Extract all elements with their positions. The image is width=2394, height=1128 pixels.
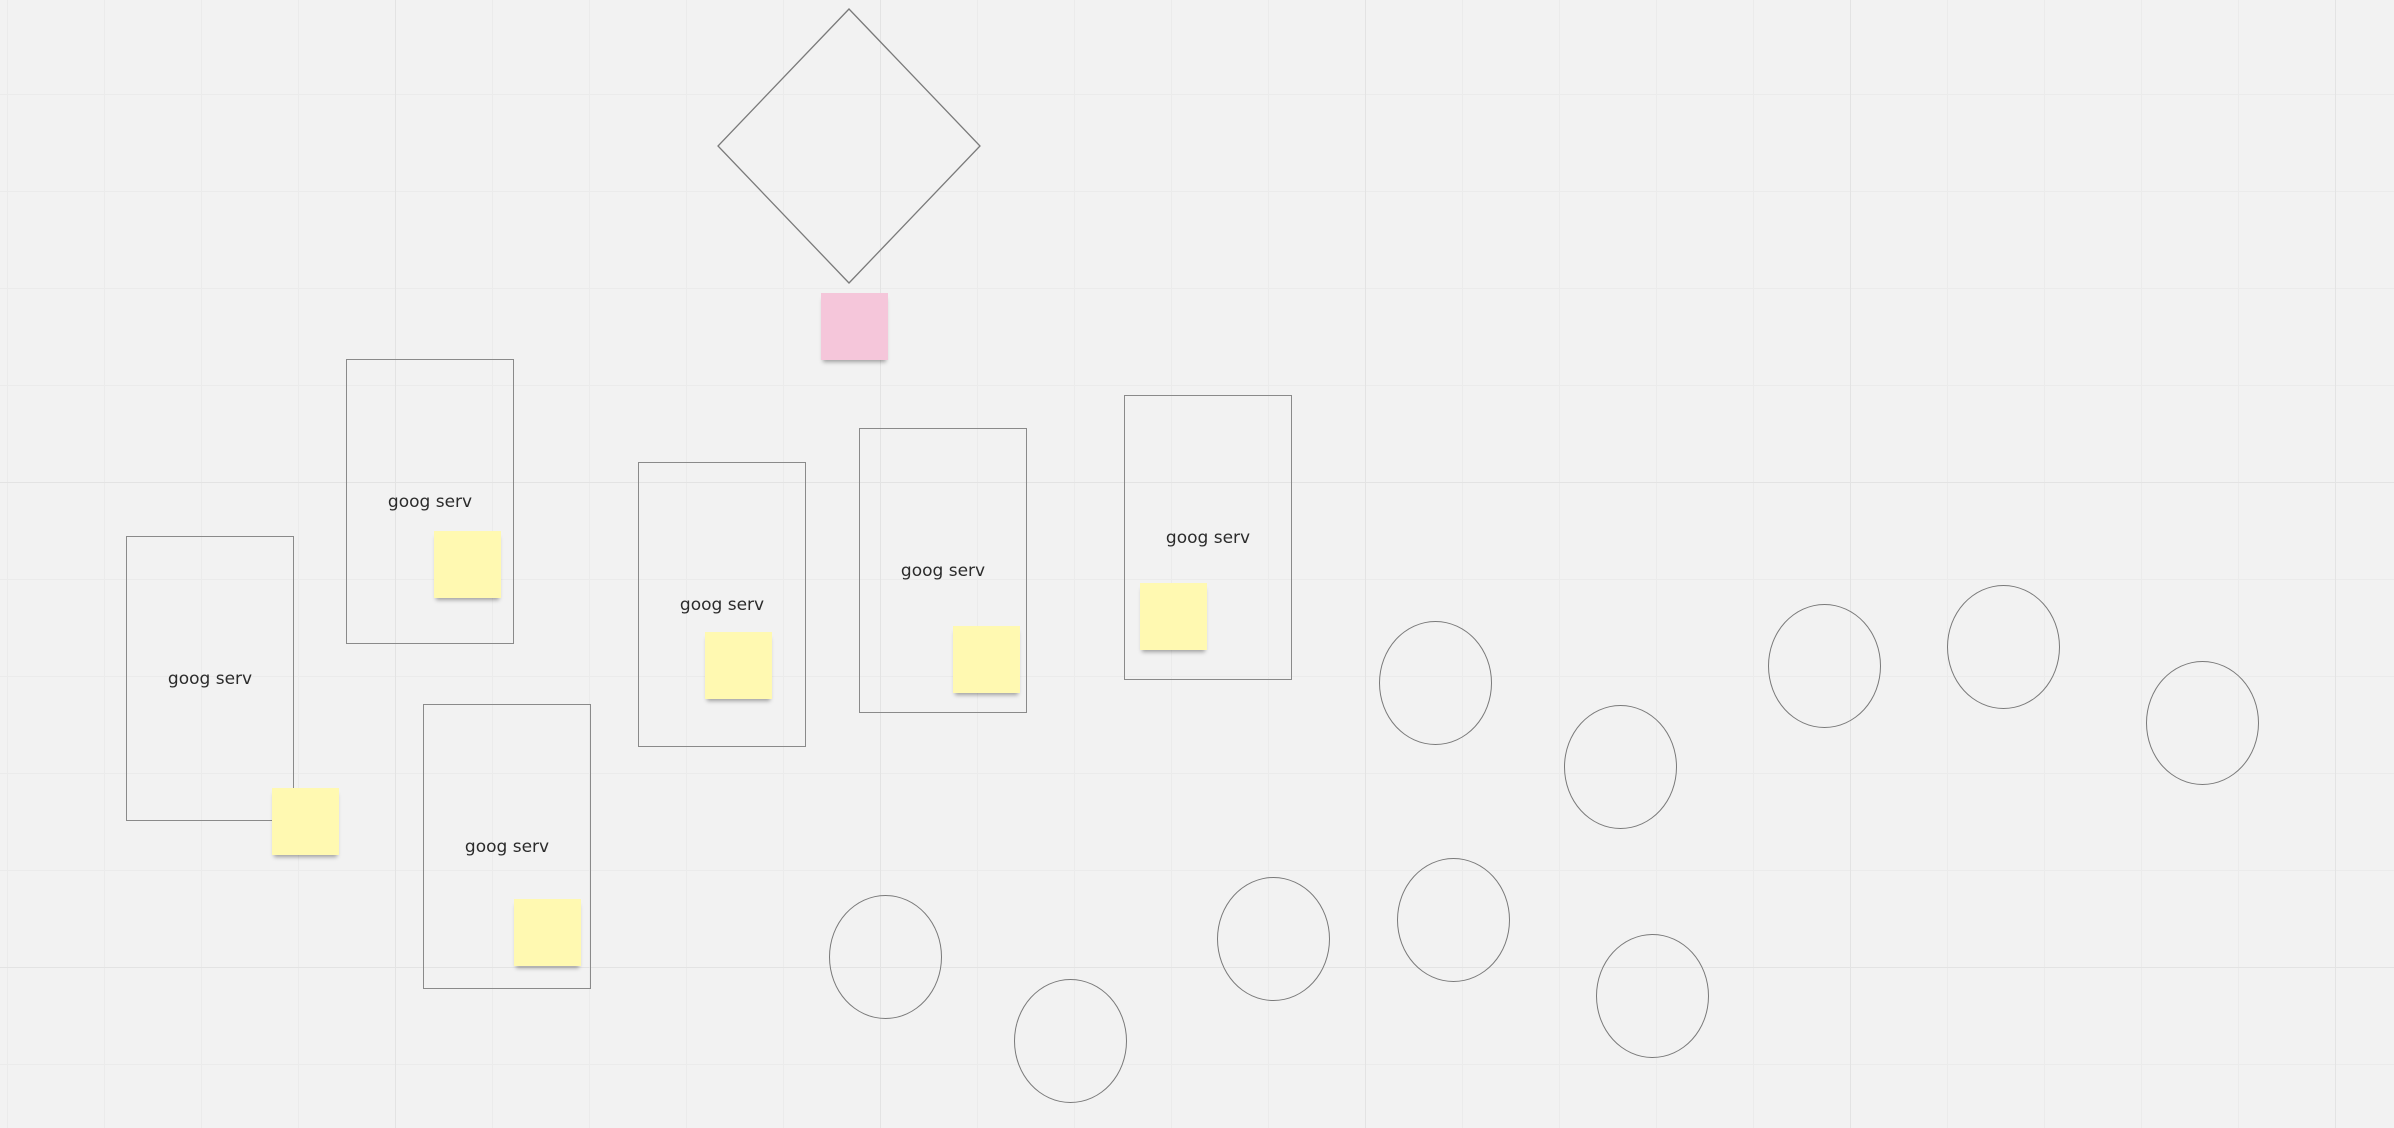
server-label: goog serv	[387, 491, 473, 512]
yellow-sticky-note[interactable]	[272, 788, 339, 855]
circle-shape[interactable]	[1014, 979, 1127, 1103]
circle-shape[interactable]	[2146, 661, 2259, 785]
yellow-sticky-note[interactable]	[514, 899, 581, 966]
circle-shape[interactable]	[1947, 585, 2060, 709]
yellow-sticky-note[interactable]	[953, 626, 1020, 693]
circle-shape[interactable]	[829, 895, 942, 1019]
server-label: goog serv	[167, 668, 253, 689]
yellow-sticky-note[interactable]	[434, 531, 501, 598]
server-box[interactable]: goog serv	[346, 359, 514, 644]
circle-shape[interactable]	[1217, 877, 1330, 1001]
whiteboard-canvas[interactable]: goog serv goog serv goog serv goog serv …	[0, 0, 2394, 1128]
server-box[interactable]: goog serv	[638, 462, 806, 747]
server-label: goog serv	[679, 594, 765, 615]
yellow-sticky-note[interactable]	[705, 632, 772, 699]
server-box[interactable]: goog serv	[126, 536, 294, 821]
pink-sticky-note[interactable]	[821, 293, 888, 360]
circle-shape[interactable]	[1768, 604, 1881, 728]
circle-shape[interactable]	[1564, 705, 1677, 829]
circle-shape[interactable]	[1379, 621, 1492, 745]
server-label: goog serv	[900, 560, 986, 581]
server-label: goog serv	[1165, 527, 1251, 548]
yellow-sticky-note[interactable]	[1140, 583, 1207, 650]
server-label: goog serv	[464, 836, 550, 857]
circle-shape[interactable]	[1596, 934, 1709, 1058]
circle-shape[interactable]	[1397, 858, 1510, 982]
